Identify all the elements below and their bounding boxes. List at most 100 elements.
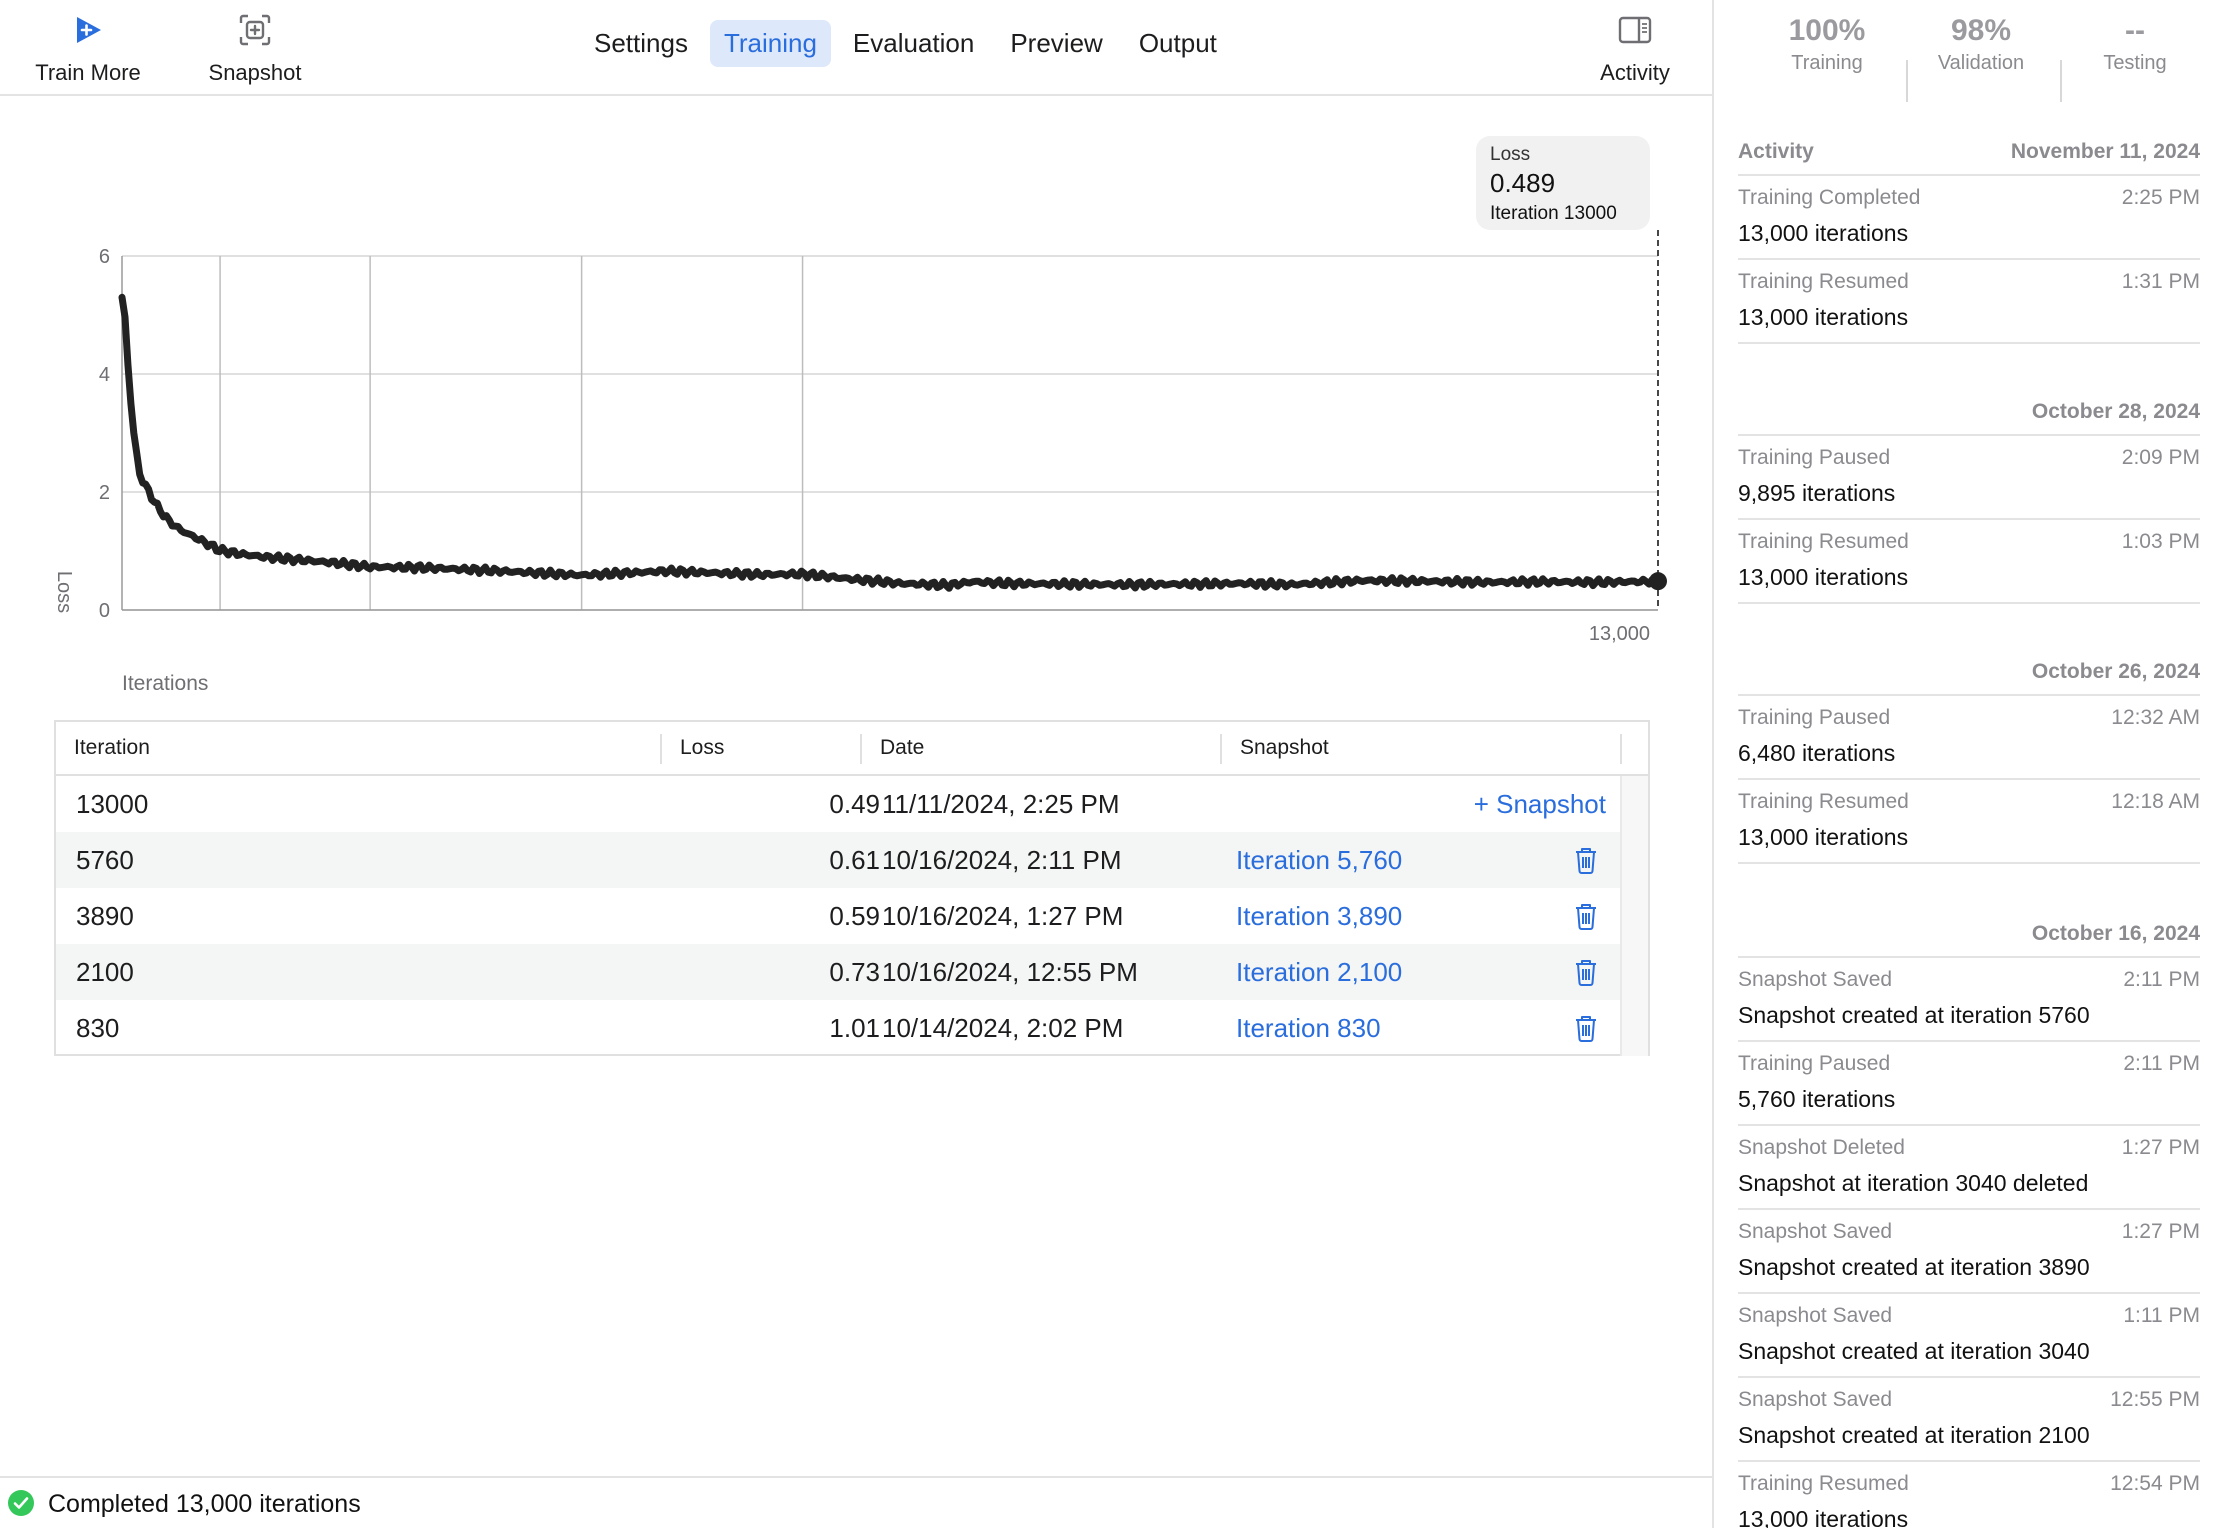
y-tick-label: 2 (99, 482, 110, 504)
activity-detail: Snapshot at iteration 3040 deleted (1738, 1170, 2089, 1196)
y-axis-label: Loss (53, 571, 75, 613)
activity-time: 1:11 PM (2123, 1304, 2200, 1327)
tab-training[interactable]: Training (709, 20, 831, 67)
chart-grid (121, 230, 1659, 611)
cell-iteration: 3890 (76, 901, 134, 931)
activity-event: Training Resumed (1738, 1472, 1909, 1495)
activity-event: Training Paused (1738, 446, 1891, 469)
table-row[interactable]: 13000 0.49 11/11/2024, 2:25 PM + Snapsho… (56, 776, 1622, 832)
cell-loss: 0.49 (829, 789, 880, 819)
activity-time: 2:25 PM (2121, 186, 2200, 209)
stat-testing: -- Testing (2060, 14, 2210, 75)
column-header-date[interactable]: Date (880, 722, 924, 774)
add-snapshot-button[interactable]: + Snapshot (1474, 776, 1606, 832)
column-header-snapshot[interactable]: Snapshot (1240, 722, 1329, 774)
activity-event: Training Resumed (1738, 790, 1909, 813)
activity-time: 1:27 PM (2121, 1136, 2200, 1159)
activity-item[interactable]: Training Paused 12:32 AM 6,480 iterations (1738, 696, 2200, 780)
stat-validation: 98% Validation (1906, 14, 2056, 75)
activity-time: 12:55 PM (2110, 1388, 2200, 1411)
activity-event: Training Completed (1738, 186, 1921, 209)
cell-iteration: 2100 (76, 957, 134, 987)
activity-item[interactable]: Snapshot Saved 1:27 PM Snapshot created a… (1738, 1210, 2200, 1294)
tab-settings[interactable]: Settings (580, 20, 702, 67)
stat-label: Validation (1937, 52, 2025, 74)
snapshot-link[interactable]: Iteration 3,890 (1236, 888, 1402, 944)
stat-label: Testing (2103, 52, 2167, 74)
current-point-marker (1649, 572, 1667, 591)
trash-icon[interactable] (1574, 1014, 1598, 1042)
activity-time: 2:11 PM (2123, 1052, 2200, 1075)
activity-item[interactable]: Snapshot Saved 2:11 PM Snapshot created a… (1738, 958, 2200, 1042)
table-row[interactable]: 5760 0.61 10/16/2024, 2:11 PM Iteration … (56, 832, 1622, 888)
sidebar-right-icon (1615, 10, 1655, 50)
train-more-button[interactable]: Train More (34, 10, 142, 86)
activity-item[interactable]: Snapshot Deleted 1:27 PM Snapshot at iter… (1738, 1126, 2200, 1210)
cell-date: 10/16/2024, 1:27 PM (882, 901, 1124, 931)
activity-item[interactable]: Training Resumed 1:03 PM 13,000 iteration… (1738, 520, 2200, 604)
table-row[interactable]: 3890 0.59 10/16/2024, 1:27 PM Iteration … (56, 888, 1622, 944)
tab-preview[interactable]: Preview (996, 20, 1116, 67)
activity-group-date: October 16, 2024 (2031, 922, 2200, 945)
activity-group: Activity November 11, 2024 Training Comp… (1738, 140, 2200, 344)
status-bar: Completed 13,000 iterations (0, 1476, 1712, 1528)
loss-chart[interactable]: 0 2 4 6 13,000 Iterations Loss (0, 96, 1712, 706)
snapshot-link[interactable]: Iteration 2,100 (1236, 944, 1402, 1000)
y-tick-label: 0 (99, 600, 110, 622)
activity-item[interactable]: Snapshot Saved 1:11 PM Snapshot created a… (1738, 1294, 2200, 1378)
activity-event: Training Paused (1738, 706, 1891, 729)
activity-item[interactable]: Training Completed 2:25 PM 13,000 iterati… (1738, 176, 2200, 260)
activity-detail: 13,000 iterations (1738, 824, 1909, 850)
cell-iteration: 5760 (76, 845, 134, 875)
column-divider (1220, 734, 1222, 764)
table-row[interactable]: 2100 0.73 10/16/2024, 12:55 PM Iteration… (56, 944, 1622, 1000)
stat-value: -- (2125, 14, 2145, 47)
activity-detail: Snapshot created at iteration 2100 (1738, 1422, 2090, 1448)
snapshot-button[interactable]: Snapshot (200, 10, 310, 86)
activity-event: Snapshot Saved (1738, 1388, 1893, 1411)
trash-icon[interactable] (1574, 902, 1598, 930)
activity-detail: 13,000 iterations (1738, 1506, 1909, 1528)
activity-sidebar: 100% Training 98% Validation -- Testing … (1712, 0, 2228, 1528)
activity-toggle-button[interactable]: Activity (1592, 10, 1678, 86)
cell-iteration: 13000 (76, 789, 149, 819)
activity-group-date: October 28, 2024 (2031, 400, 2200, 423)
activity-event: Training Resumed (1738, 530, 1909, 553)
activity-item[interactable]: Training Resumed 12:54 PM 13,000 iteratio… (1738, 1462, 2200, 1528)
y-tick-label: 6 (99, 246, 110, 268)
activity-detail: 13,000 iterations (1738, 220, 1909, 246)
activity-list: Activity November 11, 2024 Training Comp… (1738, 140, 2200, 1528)
stat-value: 100% (1788, 14, 1866, 47)
column-header-loss[interactable]: Loss (680, 722, 724, 774)
tab-evaluation[interactable]: Evaluation (839, 20, 988, 67)
snapshot-label: Snapshot (208, 60, 302, 85)
activity-event: Training Resumed (1738, 270, 1909, 293)
activity-event: Snapshot Saved (1738, 1304, 1893, 1327)
activity-item[interactable]: Training Resumed 1:31 PM 13,000 iteration… (1738, 260, 2200, 344)
checkmark-circle-icon (8, 1490, 34, 1516)
table-row[interactable]: 830 1.01 10/14/2024, 2:02 PM Iteration 8… (56, 1000, 1622, 1056)
activity-item[interactable]: Snapshot Saved 12:55 PM Snapshot created … (1738, 1378, 2200, 1462)
activity-event: Training Paused (1738, 1052, 1891, 1075)
cell-loss: 0.61 (829, 845, 880, 875)
activity-item[interactable]: Training Resumed 12:18 AM 13,000 iteratio… (1738, 780, 2200, 864)
tab-output[interactable]: Output (1125, 20, 1231, 67)
activity-title: Activity (1738, 140, 1814, 163)
activity-group-date: October 26, 2024 (2031, 660, 2200, 683)
column-header-iteration[interactable]: Iteration (74, 722, 150, 774)
cell-date: 10/16/2024, 12:55 PM (882, 957, 1138, 987)
activity-group: October 28, 2024 Training Paused 2:09 PM … (1738, 400, 2200, 604)
snapshot-link[interactable]: Iteration 830 (1236, 1000, 1381, 1056)
trash-icon[interactable] (1574, 958, 1598, 986)
table-scrollbar[interactable] (1620, 776, 1648, 1056)
snapshot-link[interactable]: Iteration 5,760 (1236, 832, 1402, 888)
trash-icon[interactable] (1574, 846, 1598, 874)
activity-group-header: October 16, 2024 (1738, 922, 2200, 958)
activity-time: 2:11 PM (2123, 968, 2200, 991)
activity-time: 1:27 PM (2121, 1220, 2200, 1243)
cell-iteration: 830 (76, 1013, 120, 1043)
activity-item[interactable]: Training Paused 2:09 PM 9,895 iterations (1738, 436, 2200, 520)
activity-item[interactable]: Training Paused 2:11 PM 5,760 iterations (1738, 1042, 2200, 1126)
activity-detail: 6,480 iterations (1738, 740, 1896, 766)
tab-bar: Settings Training Evaluation Preview Out… (580, 20, 1231, 67)
